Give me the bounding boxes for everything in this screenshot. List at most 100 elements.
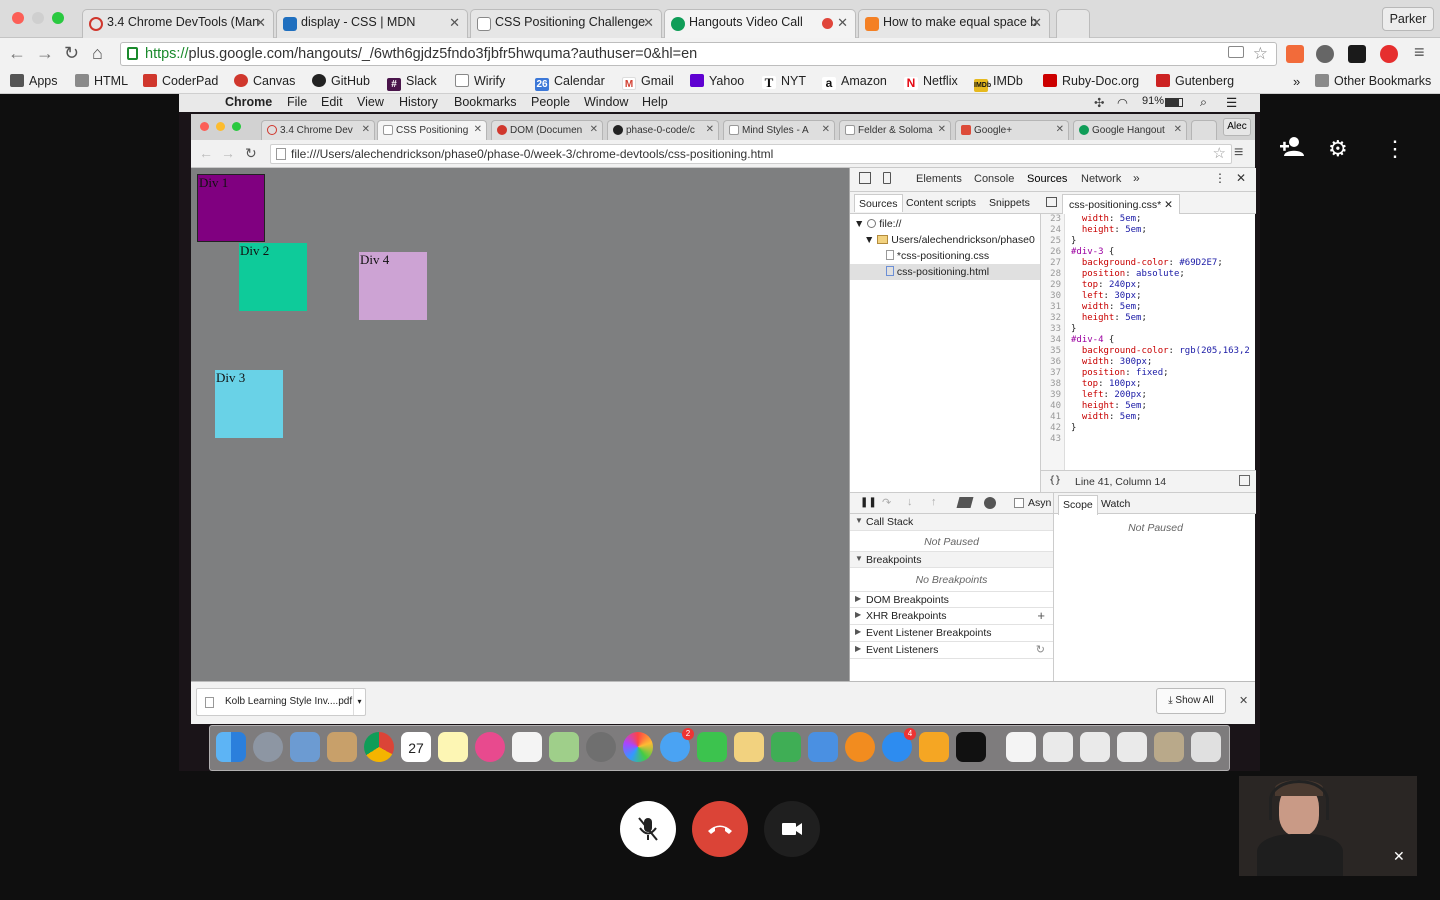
inner-tab-google-plus[interactable]: Google+ ✕ bbox=[955, 120, 1069, 140]
more-tabs-chevron-icon[interactable]: » bbox=[1133, 171, 1140, 185]
bookmark-apps[interactable]: Apps bbox=[10, 74, 58, 88]
tab-elements[interactable]: Elements bbox=[916, 173, 962, 185]
document-stack-icon[interactable] bbox=[1006, 732, 1036, 762]
close-tab-icon[interactable]: ✕ bbox=[590, 124, 598, 135]
download-item[interactable]: Kolb Learning Style Inv....pdf ▾ bbox=[196, 688, 366, 716]
line-number[interactable]: 41 bbox=[1041, 412, 1061, 423]
app-store-icon[interactable]: 4 bbox=[882, 728, 916, 762]
call-stack-section[interactable]: ▼ Call Stack bbox=[850, 514, 1053, 531]
extension-icon[interactable] bbox=[1316, 45, 1334, 63]
tree-item-folder[interactable]: ▼ Users/alechendrickson/phase0 bbox=[864, 234, 1035, 246]
step-into-icon[interactable]: ↓ bbox=[907, 496, 913, 508]
line-number[interactable]: 28 bbox=[1041, 269, 1061, 280]
line-number[interactable]: 30 bbox=[1041, 291, 1061, 302]
finder-icon[interactable] bbox=[216, 732, 246, 762]
tab-sources[interactable]: Sources bbox=[1027, 173, 1067, 185]
line-number[interactable]: 39 bbox=[1041, 390, 1061, 401]
tab-hangouts-video-call[interactable]: Hangouts Video Call ✕ bbox=[664, 9, 856, 39]
bookmark-star-icon[interactable]: ☆ bbox=[1213, 145, 1226, 163]
new-tab-button[interactable] bbox=[1056, 9, 1090, 38]
tab-watch[interactable]: Watch bbox=[1101, 498, 1130, 510]
camera-permission-icon[interactable] bbox=[1228, 46, 1244, 58]
camera-toggle-button[interactable] bbox=[764, 801, 820, 857]
add-extension-icon[interactable] bbox=[1286, 45, 1304, 63]
pretty-print-icon[interactable]: {} bbox=[1049, 475, 1061, 486]
menu-edit[interactable]: Edit bbox=[321, 95, 343, 109]
bookmark-gutenberg[interactable]: Gutenberg bbox=[1156, 74, 1234, 88]
sublime-text-icon[interactable] bbox=[919, 732, 949, 762]
bookmark-wirify[interactable]: Wirify bbox=[455, 74, 505, 88]
subtab-snippets[interactable]: Snippets bbox=[989, 197, 1030, 209]
step-out-icon[interactable]: ↑ bbox=[931, 496, 937, 508]
subtab-sources[interactable]: Sources bbox=[854, 194, 903, 212]
close-tab-icon[interactable]: ✕ bbox=[255, 15, 266, 31]
close-tab-icon[interactable]: ✕ bbox=[1031, 15, 1042, 31]
home-icon[interactable]: ⌂ bbox=[92, 43, 103, 63]
maps-icon[interactable] bbox=[549, 732, 579, 762]
bookmark-canvas[interactable]: Canvas bbox=[234, 74, 295, 88]
close-tab-icon[interactable]: ✕ bbox=[837, 15, 848, 31]
tree-item-file-root[interactable]: ▼ file:// bbox=[854, 218, 901, 230]
tab-scope[interactable]: Scope bbox=[1058, 495, 1098, 515]
wifi-icon[interactable]: ◠ bbox=[1117, 95, 1128, 110]
inner-tab-devtools[interactable]: 3.4 Chrome Dev ✕ bbox=[261, 120, 375, 140]
subtab-content-scripts[interactable]: Content scripts bbox=[906, 197, 976, 209]
bookmark-coderpad[interactable]: CoderPad bbox=[143, 74, 218, 88]
xhr-breakpoints-section[interactable]: ▶ XHR Breakpoints + bbox=[850, 608, 1053, 625]
itunes-icon[interactable] bbox=[475, 732, 505, 762]
opera-extension-icon[interactable] bbox=[1380, 45, 1398, 63]
forward-arrow-icon[interactable]: → bbox=[221, 145, 235, 161]
bookmark-github[interactable]: GitHub bbox=[312, 74, 370, 88]
line-number[interactable]: 23 bbox=[1041, 214, 1061, 225]
tab-css-positioning-challenge[interactable]: CSS Positioning Challenge ✕ bbox=[470, 9, 662, 38]
tab-network[interactable]: Network bbox=[1081, 173, 1121, 185]
bookmark-html-folder[interactable]: HTML bbox=[75, 74, 128, 88]
line-number[interactable]: 35 bbox=[1041, 346, 1061, 357]
toggle-drawer-icon[interactable] bbox=[1239, 475, 1250, 486]
deactivate-breakpoints-icon[interactable] bbox=[956, 497, 974, 508]
code-text[interactable]: width: 5em; height: 5em; } #div-3 { back… bbox=[1071, 214, 1250, 434]
toggle-navigator-icon[interactable] bbox=[1046, 197, 1057, 207]
tree-item-html-file[interactable]: css-positioning.html bbox=[850, 264, 1040, 280]
end-call-button[interactable] bbox=[692, 801, 748, 857]
line-number[interactable]: 37 bbox=[1041, 368, 1061, 379]
forward-arrow-icon[interactable]: → bbox=[36, 43, 54, 63]
system-preferences-icon[interactable] bbox=[586, 732, 616, 762]
bookmark-nyt[interactable]: T NYT bbox=[762, 74, 806, 89]
line-number[interactable]: 34 bbox=[1041, 335, 1061, 346]
devtools-menu-icon[interactable]: ⋮ bbox=[1214, 171, 1226, 185]
back-arrow-icon[interactable]: ← bbox=[199, 145, 213, 161]
event-listener-breakpoints-section[interactable]: ▶ Event Listener Breakpoints bbox=[850, 625, 1053, 642]
document-stack-icon[interactable] bbox=[1080, 732, 1110, 762]
menu-view[interactable]: View bbox=[357, 95, 384, 109]
inner-tab-felder[interactable]: Felder & Soloma ✕ bbox=[839, 120, 951, 140]
inner-tab-github[interactable]: phase-0-code/c ✕ bbox=[607, 120, 719, 140]
bookmark-star-icon[interactable]: ☆ bbox=[1253, 43, 1268, 65]
device-mode-icon[interactable] bbox=[883, 172, 891, 184]
inner-tab-google-hangouts[interactable]: Google Hangout ✕ bbox=[1073, 120, 1187, 140]
tree-item-css-file[interactable]: *css-positioning.css bbox=[886, 250, 989, 262]
keynote-icon[interactable] bbox=[808, 732, 838, 762]
battery-icon[interactable] bbox=[1165, 98, 1183, 107]
tab-mdn-display[interactable]: display - CSS | MDN ✕ bbox=[276, 9, 468, 38]
line-number[interactable]: 42 bbox=[1041, 423, 1061, 434]
facetime-icon[interactable] bbox=[697, 732, 727, 762]
back-arrow-icon[interactable]: ← bbox=[8, 43, 26, 63]
zoom-window-button[interactable] bbox=[232, 122, 241, 131]
ibooks-icon[interactable] bbox=[845, 732, 875, 762]
menu-chrome[interactable]: Chrome bbox=[225, 95, 272, 109]
inner-tab-dom[interactable]: DOM (Documen ✕ bbox=[491, 120, 603, 140]
close-devtools-icon[interactable]: ✕ bbox=[1236, 171, 1246, 185]
open-file-tab[interactable]: css-positioning.css* ✕ bbox=[1062, 194, 1180, 214]
more-options-icon[interactable]: ⋮ bbox=[1384, 136, 1406, 162]
add-xhr-breakpoint-icon[interactable]: + bbox=[1037, 608, 1045, 623]
messages-icon[interactable]: 2 bbox=[660, 728, 694, 762]
close-tab-icon[interactable]: ✕ bbox=[362, 124, 370, 135]
bookmark-other-bookmarks[interactable]: Other Bookmarks bbox=[1315, 74, 1431, 88]
event-listeners-section[interactable]: ▶ Event Listeners ↻ bbox=[850, 642, 1053, 659]
terminal-icon[interactable] bbox=[956, 732, 986, 762]
calendar-icon[interactable]: 27 bbox=[401, 732, 431, 762]
menu-window[interactable]: Window bbox=[584, 95, 628, 109]
notes-icon[interactable] bbox=[438, 732, 468, 762]
line-number[interactable]: 36 bbox=[1041, 357, 1061, 368]
